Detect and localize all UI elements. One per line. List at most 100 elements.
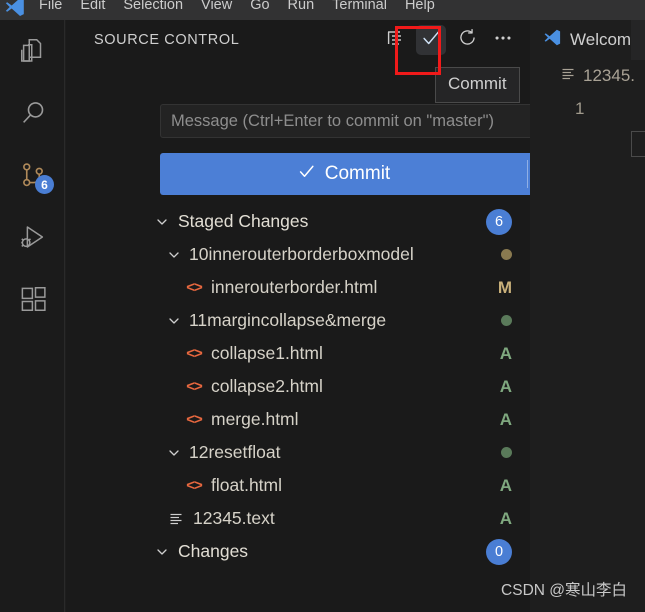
menu-item-view[interactable]: View [192, 0, 241, 15]
tree-group-right: 6 [486, 205, 512, 238]
editor-line-number: 1 [575, 99, 585, 118]
tree-file-label: innerouterborder.html [211, 277, 378, 297]
tree-file-row[interactable]: <> collapse1.html A [66, 337, 530, 370]
tree-file-row[interactable]: 12345.text A [66, 502, 530, 535]
commit-button-main[interactable]: Commit [160, 153, 527, 195]
commit-button[interactable]: Commit [160, 153, 530, 195]
run-and-debug-icon [18, 222, 48, 252]
source-control-tree: Staged Changes 6 10innerouterborderboxmo… [66, 205, 530, 568]
commit-dropdown-button[interactable] [527, 153, 530, 195]
more-actions-button[interactable] [488, 25, 518, 55]
tab-welcome[interactable]: Welcom [531, 20, 632, 60]
tree-file-status: A [500, 502, 512, 535]
extensions-icon [18, 284, 48, 314]
vscode-window: File Edit Selection View Go Run Terminal… [0, 0, 645, 612]
commit-message-input[interactable]: Message (Ctrl+Enter to commit on "master… [160, 104, 530, 138]
tree-file-row[interactable]: <> innerouterborder.html M [66, 271, 530, 304]
html-file-icon: <> [186, 411, 203, 428]
status-letter: A [499, 508, 512, 528]
menu-item-file[interactable]: File [30, 0, 71, 15]
source-control-header: SOURCE CONTROL [66, 20, 530, 60]
tree-folder-row[interactable]: 10innerouterborderboxmodel [66, 238, 530, 271]
breadcrumb[interactable]: 12345. [531, 60, 645, 92]
tree-file-row[interactable]: <> merge.html A [66, 403, 530, 436]
tree-file-status: A [500, 469, 512, 502]
source-control-panel: SOURCE CONTROL Message (Ctrl+Enter to co… [66, 20, 530, 612]
check-icon [420, 27, 442, 54]
tree-group-label: Changes [178, 541, 249, 561]
tree-folder-row[interactable]: 11margincollapse&merge [66, 304, 530, 337]
sidebar-item-source-control[interactable]: 6 [0, 144, 65, 206]
search-icon [18, 98, 48, 128]
tree-file-status: A [500, 370, 512, 403]
status-letter: A [499, 376, 512, 396]
list-tree-icon [385, 28, 405, 53]
tree-folder-label: 12resetfloat [189, 442, 281, 462]
editor-area: Welcom 12345. 1 [531, 20, 645, 612]
tree-file-label: float.html [211, 475, 282, 495]
check-icon [297, 162, 316, 187]
tree-group-staged-changes[interactable]: Staged Changes 6 [66, 205, 530, 238]
tree-file-row[interactable]: <> float.html A [66, 469, 530, 502]
staged-count-badge: 6 [486, 208, 512, 235]
status-dot [501, 447, 512, 458]
watermark: CSDN @寒山李白 [501, 582, 627, 599]
tree-folder-status [501, 436, 512, 469]
tree-group-label: Staged Changes [178, 211, 309, 231]
refresh-button[interactable] [452, 25, 482, 55]
tree-file-row[interactable]: <> collapse2.html A [66, 370, 530, 403]
tree-file-label: collapse1.html [211, 343, 323, 363]
tree-folder-label: 11margincollapse&merge [189, 310, 387, 330]
html-file-icon: <> [186, 279, 203, 296]
tree-group-changes[interactable]: Changes 0 [66, 535, 530, 568]
source-control-badge: 6 [35, 175, 54, 194]
tree-folder-row[interactable]: 12resetfloat [66, 436, 530, 469]
tab-label: Welcom [570, 30, 632, 49]
refresh-icon [457, 27, 478, 53]
status-dot [501, 249, 512, 260]
tree-file-status: A [500, 337, 512, 370]
changes-count-badge: 0 [486, 538, 512, 565]
status-letter: A [499, 409, 512, 429]
tree-file-label: collapse2.html [211, 376, 323, 396]
text-file-icon [166, 511, 186, 527]
files-icon [18, 36, 48, 66]
status-letter: A [499, 475, 512, 495]
editor-tab-bar: Welcom [531, 20, 645, 60]
sidebar-item-run-debug[interactable] [0, 206, 65, 268]
menu-item-run[interactable]: Run [279, 0, 324, 15]
menu-item-go[interactable]: Go [241, 0, 278, 15]
html-file-icon: <> [186, 378, 203, 395]
breadcrumb-label: 12345. [583, 66, 635, 85]
html-file-icon: <> [186, 477, 203, 494]
view-as-tree-button[interactable] [380, 25, 410, 55]
vscode-logo-icon [543, 28, 562, 52]
chevron-down-icon [166, 445, 182, 461]
chevron-down-icon [154, 214, 170, 230]
html-file-icon: <> [186, 345, 203, 362]
sidebar-item-search[interactable] [0, 82, 65, 144]
status-dot [501, 315, 512, 326]
sidebar-item-explorer[interactable] [0, 20, 65, 82]
source-control-actions [380, 20, 518, 60]
commit-action-button[interactable] [416, 25, 446, 55]
menu-item-selection[interactable]: Selection [114, 0, 192, 15]
tree-folder-status [501, 238, 512, 271]
ellipsis-icon [492, 27, 514, 54]
commit-tooltip: Commit [435, 67, 520, 103]
menu-item-help[interactable]: Help [396, 0, 444, 15]
tree-file-status: M [498, 271, 512, 304]
text-file-icon [560, 66, 576, 87]
chevron-down-icon [166, 313, 182, 329]
page-title: SOURCE CONTROL [94, 32, 240, 48]
menu-item-edit[interactable]: Edit [71, 0, 114, 15]
chevron-down-icon [154, 544, 170, 560]
tree-group-right: 0 [486, 535, 512, 568]
tree-folder-status [501, 304, 512, 337]
commit-message-placeholder: Message (Ctrl+Enter to commit on "master… [171, 111, 495, 130]
sidebar-item-extensions[interactable] [0, 268, 65, 330]
menu-item-terminal[interactable]: Terminal [323, 0, 396, 15]
vscode-logo-icon [0, 0, 30, 20]
status-letter: A [499, 343, 512, 363]
activity-bar: 6 [0, 20, 65, 612]
